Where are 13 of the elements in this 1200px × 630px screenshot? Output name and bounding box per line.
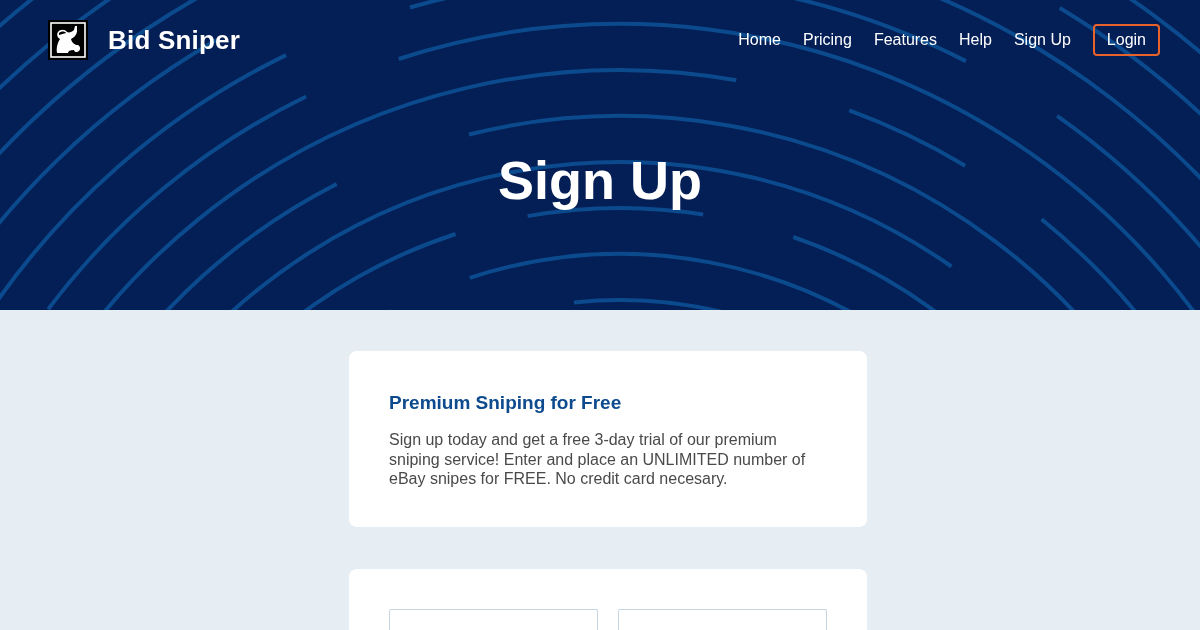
brand-name[interactable]: Bid Sniper [108, 24, 240, 56]
nav-link[interactable]: Features [873, 31, 937, 49]
promo-title: Premium Sniping for Free [389, 391, 623, 414]
input-field[interactable] [389, 608, 598, 630]
nav-link[interactable]: Help [959, 31, 992, 49]
logo-icon[interactable] [48, 20, 88, 60]
promo-text: Sign up today and get a free 3-day trial of our premium sniping service! Enter and place an UNLIMITED number of eBay snipes for FREE. No credit card necesary. [389, 430, 807, 489]
nav-link[interactable]: Home [738, 31, 781, 49]
login-button[interactable]: Login [1092, 24, 1160, 56]
nav-link[interactable]: Sign Up [1013, 31, 1071, 49]
page-title: Sign Up [497, 149, 703, 212]
input-field[interactable] [618, 608, 827, 630]
nav-link[interactable]: Pricing [802, 31, 852, 49]
